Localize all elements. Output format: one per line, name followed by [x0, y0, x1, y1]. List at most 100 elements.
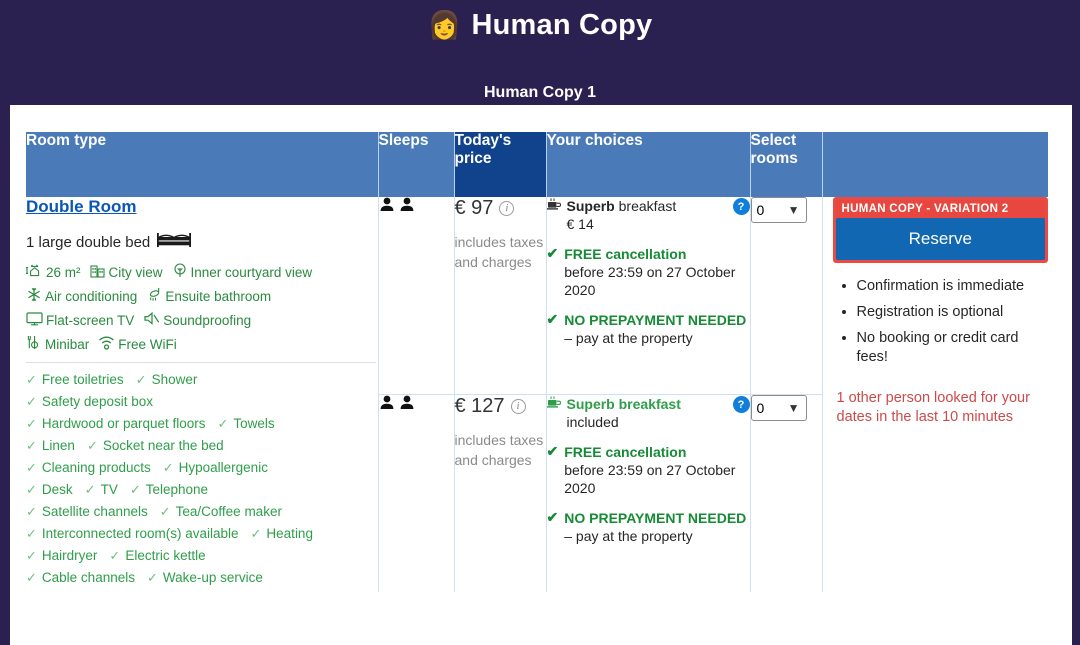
feature-label: Ensuite bathroom	[165, 289, 272, 304]
feature-label: City view	[108, 265, 163, 280]
cancellation-headline: FREE cancellation	[564, 444, 687, 460]
check-icon: ✓	[109, 548, 121, 563]
bed-icon	[157, 233, 192, 252]
prepayment-detail: – pay at the property	[564, 330, 693, 346]
variation-label: HUMAN COPY - VARIATION 2	[841, 203, 1009, 215]
check-icon: ✓	[26, 460, 37, 475]
cancellation-text: FREE cancellation before 23:59 on 27 Oct…	[564, 443, 749, 497]
breakfast-label: breakfast	[614, 198, 677, 214]
sleeps-cell	[378, 197, 455, 395]
bed-configuration-label: 1 large double bed	[26, 234, 151, 251]
feature-row: Minibar Free WiFi	[26, 335, 378, 354]
check-icon: ✓	[26, 548, 37, 563]
help-icon[interactable]: ?	[732, 198, 750, 215]
amenity-label: Tea/Coffee maker	[175, 504, 282, 519]
price-amount: € 127	[454, 395, 505, 417]
minibar-icon	[26, 335, 42, 354]
prepayment-headline: NO PREPAYMENT NEEDED	[564, 510, 747, 526]
amenity-label: Towels	[233, 416, 275, 431]
cancellation-headline: FREE cancellation	[564, 246, 687, 262]
action-panel: HUMAN COPY - VARIATION 2 Reserve Confirm…	[823, 197, 1048, 437]
column-header-todays-price: Today's price	[454, 132, 547, 197]
woman-emoji-icon: 👩	[427, 9, 462, 40]
person-icon	[379, 395, 395, 415]
feature-label: Soundproofing	[163, 313, 252, 328]
size-icon	[26, 263, 43, 282]
price-amount-row: € 127 i	[455, 395, 546, 418]
amenity-row: ✓ Hardwood or parquet floors ✓ Towels	[26, 416, 378, 432]
section-divider	[26, 362, 376, 363]
feature-label: Air conditioning	[45, 289, 138, 304]
cancellation-text: FREE cancellation before 23:59 on 27 Oct…	[564, 245, 749, 299]
check-icon: ✓	[84, 482, 96, 497]
feature-item: Air conditioning	[26, 287, 137, 306]
amenity-label: Hairdryer	[41, 548, 98, 563]
check-icon: ✓	[26, 504, 37, 519]
amenity-item: ✓ Wake-up service	[147, 570, 263, 586]
column-header-your-choices: Your choices	[546, 132, 751, 197]
feature-label: Flat-screen TV	[46, 313, 135, 328]
room-type-cell: Double Room 1 large double bed 26 m² Cit…	[26, 197, 379, 592]
amenity-label: Safety deposit box	[41, 394, 153, 409]
amenity-item: ✓ Hypoallergenic	[163, 460, 268, 476]
amenity-label: Telephone	[145, 482, 209, 497]
feature-item: Soundproofing	[143, 311, 251, 330]
select-rooms-dropdown[interactable]: 0	[750, 197, 807, 223]
amenity-label: Free toiletries	[41, 372, 124, 387]
help-icon[interactable]: ?	[732, 396, 750, 413]
sleeps-cell	[378, 394, 455, 592]
select-rooms-line1: Select	[750, 132, 797, 149]
shower-head-icon	[146, 287, 162, 306]
table-row: Double Room 1 large double bed 26 m² Cit…	[26, 197, 1048, 592]
select-rooms-cell: 0 ▼	[750, 394, 823, 592]
amenity-item: ✓ Interconnected room(s) available	[26, 526, 239, 542]
rooms-select-wrapper: 0 ▼	[750, 395, 807, 421]
amenity-label: Desk	[41, 482, 73, 497]
prepayment-detail: – pay at the property	[564, 528, 693, 544]
room-name-link[interactable]: Double Room	[26, 197, 137, 217]
breakfast-option: Superb breakfast € 14 ?	[546, 197, 750, 233]
check-icon: ✔	[546, 509, 559, 525]
table-body: Double Room 1 large double bed 26 m² Cit…	[26, 197, 1048, 592]
todays-price-line1: Today's	[454, 132, 512, 149]
amenity-item: ✓ Satellite channels	[26, 504, 148, 520]
amenity-item: ✓ Socket near the bed	[87, 438, 224, 454]
wifi-icon	[98, 335, 115, 354]
info-icon[interactable]: i	[510, 399, 526, 414]
amenity-row: ✓ Satellite channels ✓ Tea/Coffee maker	[26, 504, 378, 520]
column-header-action	[822, 132, 1048, 197]
person-icon	[399, 197, 415, 217]
cancellation-detail: before 23:59 on 27 October 2020	[564, 462, 736, 496]
info-icon[interactable]: i	[499, 201, 515, 216]
check-icon: ✓	[135, 372, 147, 387]
column-header-room-type: Room type	[26, 132, 379, 197]
column-header-sleeps: Sleeps	[378, 132, 455, 197]
scarcity-message: 1 other person looked for your dates in …	[836, 390, 1030, 425]
prepayment-headline: NO PREPAYMENT NEEDED	[564, 312, 747, 328]
check-icon: ✓	[129, 482, 141, 497]
amenity-item: ✓ Cable channels	[26, 570, 135, 586]
city-view-icon	[89, 263, 106, 282]
feature-item: Inner courtyard view	[172, 263, 312, 282]
tree-icon	[172, 263, 188, 282]
breakfast-price: included	[566, 414, 619, 430]
amenity-item: ✓ Heating	[251, 526, 313, 542]
check-icon: ✓	[250, 526, 262, 541]
check-icon: ✓	[26, 372, 37, 387]
cancellation-policy: ✔ FREE cancellation before 23:59 on 27 O…	[547, 443, 750, 497]
feature-row: 26 m² City view Inner courtyard view	[26, 263, 378, 282]
check-icon: ✔	[546, 443, 559, 459]
todays-price-line2: price	[454, 150, 492, 167]
select-rooms-dropdown[interactable]: 0	[750, 395, 807, 421]
price-amount: € 97	[454, 197, 494, 219]
soundproof-icon	[143, 311, 160, 330]
amenity-item: ✓ TV	[85, 482, 118, 498]
page-title: 👩 Human Copy	[0, 0, 1080, 42]
breakfast-price: € 14	[566, 216, 594, 232]
person-icon	[379, 197, 395, 217]
amenity-label: Electric kettle	[125, 548, 206, 563]
amenity-row: ✓ Free toiletries ✓ Shower	[26, 372, 378, 388]
price-amount-row: € 97 i	[455, 197, 546, 220]
amenity-row: ✓ Interconnected room(s) available ✓ Heati…	[26, 526, 378, 542]
reserve-button[interactable]: Reserve	[835, 218, 1045, 260]
